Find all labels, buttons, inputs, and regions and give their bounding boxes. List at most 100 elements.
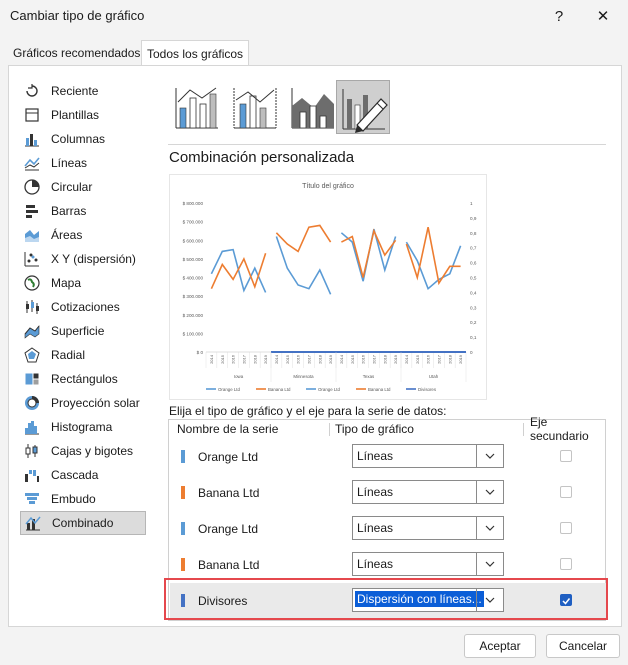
chart-type-funnel-chart[interactable]: Embudo — [20, 487, 146, 511]
y-right-tick-label: 0,9 — [470, 216, 477, 221]
chart-type-bar-chart[interactable]: Barras — [20, 199, 146, 223]
x-tick-label: 2016 — [231, 354, 236, 364]
chart-type-label: Cajas y bigotes — [51, 444, 134, 458]
y-right-tick-label: 0,7 — [470, 246, 477, 251]
chevron-down-icon[interactable] — [476, 553, 503, 575]
x-tick-label: 2014 — [404, 354, 409, 364]
chart-type-value: Líneas — [357, 449, 394, 463]
series-line-orange-ltd — [405, 241, 462, 291]
series-color-swatch — [181, 486, 185, 499]
chart-type-label: Líneas — [51, 156, 88, 170]
chart-type-label: Cascada — [51, 468, 99, 482]
legend-label: Orange Ltd — [218, 387, 241, 392]
chart-type-pie-chart[interactable]: Circular — [20, 175, 146, 199]
y-right-tick-label: 0,2 — [470, 320, 477, 325]
header-separator — [523, 423, 524, 436]
help-button[interactable]: ? — [538, 0, 580, 32]
series-name: Banana Ltd — [198, 486, 260, 500]
series-color-swatch — [181, 558, 185, 571]
combo-column-line-secondary-axis-thumb[interactable] — [228, 80, 282, 134]
chart-title: Título del gráfico — [302, 183, 354, 190]
chart-type-radar-chart[interactable]: Radial — [20, 343, 146, 367]
chart-type-treemap-chart[interactable]: Rectángulos — [20, 367, 146, 391]
secondary-axis-checkbox[interactable] — [560, 486, 572, 498]
tab-strip: Gráficos recomendados Todos los gráficos — [0, 40, 628, 67]
templates-icon — [23, 106, 41, 124]
chart-preview: Título del gráfico $ 800.000 $ 700.000 $ 60… — [169, 174, 487, 400]
scatter-chart-icon — [23, 250, 41, 268]
bar-chart-icon — [23, 202, 41, 220]
chart-type-recent[interactable]: Reciente — [20, 79, 146, 103]
close-button[interactable]: ✕ — [582, 0, 624, 32]
chevron-down-icon[interactable] — [476, 445, 503, 467]
chart-type-label: Reciente — [51, 84, 99, 98]
series-name: Orange Ltd — [198, 522, 259, 536]
chart-type-scatter-chart[interactable]: X Y (dispersión) — [20, 247, 146, 271]
legend-label: Banana Ltd — [368, 387, 391, 392]
tab-recommended-charts[interactable]: Gráficos recomendados — [8, 40, 145, 66]
chart-type-surface-chart[interactable]: Superficie — [20, 319, 146, 343]
chart-type-label: Radial — [51, 348, 86, 362]
y-right-tick-label: 0,8 — [470, 231, 477, 236]
chart-type-list: Reciente Plantillas Columnas Líneas Circular… — [20, 79, 146, 535]
chart-type-waterfall-chart[interactable]: Cascada — [20, 463, 146, 487]
y-left-tick-label: $ 200.000 — [183, 313, 204, 318]
series-row: Orange Ltd Líneas — [170, 511, 606, 547]
chart-type-dropdown[interactable]: Líneas — [352, 444, 504, 468]
secondary-axis-checkbox[interactable] — [560, 522, 572, 534]
chart-type-label: Proyección solar — [51, 396, 140, 410]
chart-type-box-whisker-chart[interactable]: Cajas y bigotes — [20, 439, 146, 463]
chart-type-label: Histograma — [51, 420, 113, 434]
chart-type-stock-chart[interactable]: Cotizaciones — [20, 295, 146, 319]
chart-type-label: Circular — [51, 180, 93, 194]
chart-type-line-chart[interactable]: Líneas — [20, 151, 146, 175]
treemap-chart-icon — [23, 370, 41, 388]
tab-all-charts[interactable]: Todos los gráficos — [141, 40, 250, 67]
secondary-axis-checkbox[interactable] — [560, 450, 572, 462]
waterfall-chart-icon — [23, 466, 41, 484]
cancel-button[interactable]: Cancelar — [546, 634, 620, 658]
chart-type-label: Cotizaciones — [51, 300, 120, 314]
chart-type-templates[interactable]: Plantillas — [20, 103, 146, 127]
series-row: Banana Ltd Líneas — [170, 475, 606, 511]
chart-type-map-chart[interactable]: Mapa — [20, 271, 146, 295]
custom-combination-thumb[interactable] — [336, 80, 390, 134]
header-chart-type: Tipo de gráfico — [335, 422, 414, 436]
x-tick-label: 2015 — [415, 354, 420, 364]
chart-type-dropdown[interactable]: Líneas — [352, 552, 504, 576]
subtype-title: Combinación personalizada — [169, 149, 355, 166]
x-tick-label: 2014 — [274, 354, 279, 364]
x-tick-label: 2018 — [447, 354, 452, 364]
series-row: Orange Ltd Líneas — [170, 439, 606, 475]
x-group-label: Minnesota — [293, 374, 314, 379]
chart-type-label: Áreas — [51, 228, 83, 242]
chart-type-histogram-chart[interactable]: Histograma — [20, 415, 146, 439]
chart-type-area-chart[interactable]: Áreas — [20, 223, 146, 247]
chart-type-combo-chart[interactable]: Combinado — [20, 511, 146, 535]
separator — [168, 144, 606, 145]
chevron-down-icon[interactable] — [476, 517, 503, 539]
chart-type-dropdown[interactable]: Líneas — [352, 516, 504, 540]
combo-stacked-area-column-thumb[interactable] — [286, 80, 340, 134]
y-left-tick-label: $ 800.000 — [183, 201, 204, 206]
x-group-label: Iowa — [234, 374, 244, 379]
chart-type-sunburst-chart[interactable]: Proyección solar — [20, 391, 146, 415]
chart-type-column-chart[interactable]: Columnas — [20, 127, 146, 151]
x-tick-label: 2015 — [350, 354, 355, 364]
series-color-swatch — [181, 522, 185, 535]
radar-chart-icon — [23, 346, 41, 364]
y-left-tick-label: $ 500.000 — [183, 257, 204, 262]
x-tick-label: 2016 — [296, 354, 301, 364]
x-group-label: Utah — [429, 374, 439, 379]
ok-button[interactable]: Aceptar — [464, 634, 536, 658]
chevron-down-icon[interactable] — [476, 481, 503, 503]
y-left-tick-label: $ 300.000 — [183, 294, 204, 299]
chart-type-label: Plantillas — [51, 108, 100, 122]
x-tick-label: 2019 — [458, 354, 463, 364]
secondary-axis-checkbox[interactable] — [560, 558, 572, 570]
chart-type-dropdown[interactable]: Líneas — [352, 480, 504, 504]
preview-chart-svg: Título del gráfico $ 800.000 $ 700.000 $ 60… — [183, 183, 477, 392]
combo-clustered-column-line-thumb[interactable] — [170, 80, 224, 134]
y-right-tick-label: 0,1 — [470, 335, 477, 340]
y-left-tick-label: $ 100.000 — [183, 331, 204, 336]
